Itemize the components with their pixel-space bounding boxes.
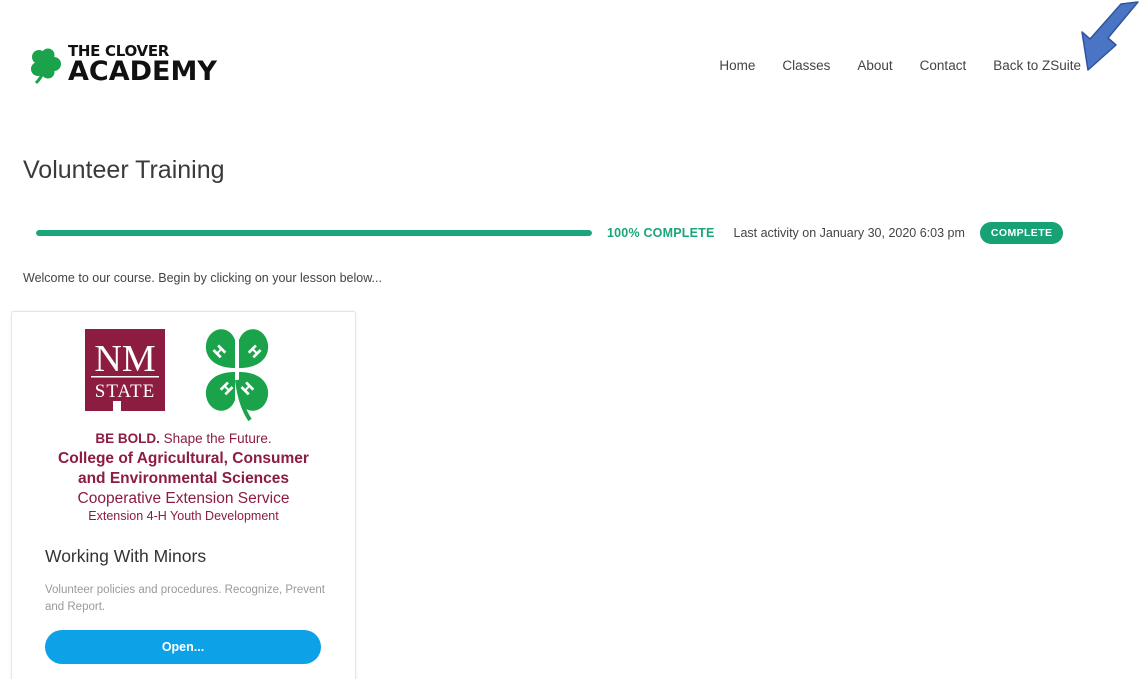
college-name: College of Agricultural, Consumer and En… (12, 449, 355, 489)
progress-fill (36, 230, 592, 236)
lesson-image[interactable]: NM STATE H H H H BE BOLD. Shape the Futu… (12, 312, 355, 532)
tagline-bold: BE BOLD. (95, 431, 160, 446)
nmsu-logo: NM STATE (85, 329, 165, 411)
status-badge: COMPLETE (979, 222, 1064, 244)
progress-bar (36, 230, 592, 236)
course-progress: 100% COMPLETE Last activity on January 3… (23, 221, 1086, 245)
nav-classes[interactable]: Classes (782, 58, 830, 73)
college-line-1: College of Agricultural, Consumer (58, 450, 309, 467)
main-nav: Home Classes About Contact Back to ZSuit… (719, 58, 1081, 73)
four-leaf-clover-icon (31, 48, 61, 84)
lesson-description: Volunteer policies and procedures. Recog… (45, 584, 326, 613)
open-lesson-button[interactable]: Open... (45, 630, 321, 664)
nav-contact[interactable]: Contact (920, 58, 967, 73)
nav-home[interactable]: Home (719, 58, 755, 73)
progress-percent: 100% COMPLETE (607, 226, 715, 240)
last-activity: Last activity on January 30, 2020 6:03 p… (733, 226, 965, 240)
4h-clover-icon: H H H H (205, 329, 269, 422)
nav-about[interactable]: About (857, 58, 892, 73)
extension-service: Cooperative Extension Service (77, 490, 290, 507)
page-title: Volunteer Training (23, 156, 225, 184)
nmsu-tagline: BE BOLD. Shape the Future. (12, 431, 355, 446)
arrow-down-left-icon (1081, 1, 1139, 71)
tagline-rest: Shape the Future. (159, 431, 272, 446)
course-intro: Welcome to our course. Begin by clicking… (23, 271, 382, 285)
nmsu-logo-state: STATE (95, 381, 155, 402)
logo-line-2: ACADEMY (68, 56, 217, 87)
lesson-card: NM STATE H H H H BE BOLD. Shape the Futu… (11, 311, 356, 679)
nmsu-logo-nm: NM (94, 338, 155, 380)
site-logo[interactable]: THE CLOVER ACADEMY (26, 44, 217, 85)
lesson-title[interactable]: Working With Minors (45, 546, 206, 567)
logo-text: THE CLOVER ACADEMY (68, 44, 217, 87)
page: THE CLOVER ACADEMY Home Classes About Co… (0, 0, 1140, 679)
nav-back-to-zsuite[interactable]: Back to ZSuite (993, 58, 1081, 73)
college-line-2: and Environmental Sciences (77, 470, 290, 487)
youth-development: Extension 4-H Youth Development (88, 509, 279, 523)
